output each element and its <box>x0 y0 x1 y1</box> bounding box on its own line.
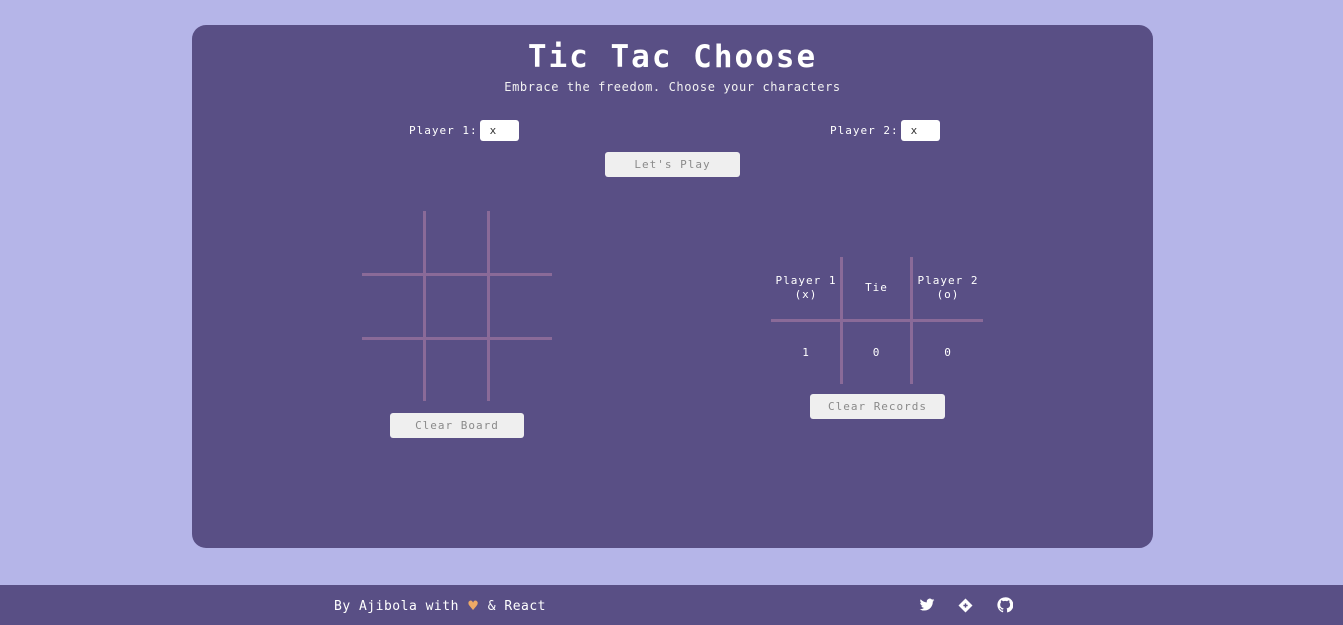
heart-icon: ♥ <box>467 599 480 614</box>
lets-play-button[interactable]: Let's Play <box>605 152 740 177</box>
tie-score: 0 <box>872 346 881 359</box>
tie-column-header: Tie <box>865 281 888 294</box>
game-board <box>362 211 552 401</box>
page-subtitle: Embrace the freedom. Choose your charact… <box>504 80 841 94</box>
records-grid-line <box>771 319 983 322</box>
github-icon[interactable] <box>997 597 1015 615</box>
page-title: Tic Tac Choose <box>527 39 818 75</box>
player1-column-header: Player 1 (x) <box>775 274 837 301</box>
credit-suffix: & React <box>487 599 547 614</box>
board-cell[interactable] <box>426 275 488 337</box>
clear-records-button[interactable]: Clear Records <box>810 394 945 419</box>
game-card: Tic Tac Choose Embrace the freedom. Choo… <box>192 25 1153 548</box>
gitlab-icon[interactable] <box>957 597 975 615</box>
player1-field: Player 1: <box>409 120 519 141</box>
player2-input[interactable] <box>900 120 940 141</box>
player1-label: Player 1: <box>409 124 478 137</box>
board-cell[interactable] <box>362 339 424 401</box>
player1-score: 1 <box>802 346 810 359</box>
board-cell[interactable] <box>362 275 424 337</box>
board-cell[interactable] <box>426 211 488 273</box>
board-cell[interactable] <box>490 211 552 273</box>
clear-board-button[interactable]: Clear Board <box>390 413 524 438</box>
credit-prefix: By Ajibola with <box>334 599 459 614</box>
footer-credit: By Ajibola with ♥ & React <box>334 599 546 614</box>
player2-score: 0 <box>944 346 952 359</box>
board-cell[interactable] <box>426 339 488 401</box>
player1-input[interactable] <box>479 120 519 141</box>
player2-label: Player 2: <box>830 124 899 137</box>
board-cell[interactable] <box>362 211 424 273</box>
records-table: Player 1 (x) Tie Player 2 (o) 1 0 0 <box>771 257 983 384</box>
footer: By Ajibola with ♥ & React <box>0 585 1343 625</box>
player2-field: Player 2: <box>830 120 940 141</box>
board-cell[interactable] <box>490 339 552 401</box>
player2-column-header: Player 2 (o) <box>917 274 979 301</box>
twitter-icon[interactable] <box>919 597 937 615</box>
board-cell[interactable] <box>490 275 552 337</box>
